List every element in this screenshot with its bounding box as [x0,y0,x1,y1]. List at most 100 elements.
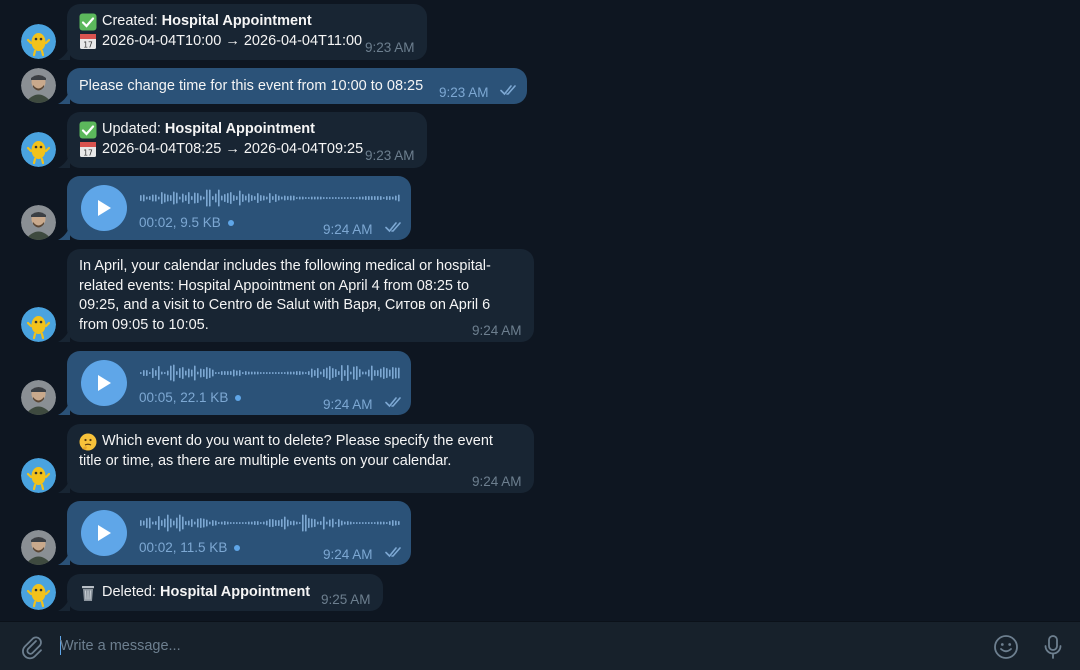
bot-avatar[interactable] [21,307,56,342]
event-time-range: 2026-04-04T10:00 → 2026-04-04T11:00 [102,32,363,49]
waveform-bar [164,193,166,203]
paperclip-icon[interactable] [19,634,45,660]
bot-avatar[interactable] [21,132,56,167]
waveform-bar [320,371,322,375]
waveform-bar [209,189,211,207]
message-bubble[interactable]: Updated: Hospital Appointment 17 2026-04… [67,112,427,168]
waveform-bar [347,197,349,199]
voice-message[interactable]: 00:05, 22.1 KB 9:24 AM [67,351,411,415]
waveform-bar [365,371,367,375]
waveform-bar [188,368,190,378]
waveform-bar [266,196,268,200]
bubble-tail [58,90,70,104]
waveform-bar [389,369,391,377]
play-button[interactable] [81,360,127,406]
waveform-bar [230,371,232,375]
waveform-bar [374,370,376,376]
message-time: 9:23 AM [365,148,415,163]
message-input[interactable] [60,634,960,658]
waveform-bar [392,196,394,200]
check-mark-icon [79,13,97,31]
waveform-bar [203,196,205,200]
waveform-bar [206,519,208,527]
user-avatar[interactable] [21,380,56,415]
message-time: 9:24 AM [323,397,373,412]
waveform-bar [344,521,346,525]
bot-avatar[interactable] [21,575,56,610]
voice-message[interactable]: 00:02, 11.5 KB 9:24 AM [67,501,411,565]
waveform-bar [329,519,331,527]
waveform-bar [386,522,388,524]
waveform-bar [233,522,235,524]
waveform-bar [359,369,361,377]
message-bubble[interactable]: Created: Hospital Appointment 17 2026-04… [67,4,427,60]
waveform-bar [233,369,235,377]
waveform-bar [200,195,202,201]
waveform-bar [308,371,310,375]
waveform-bar [164,518,166,528]
message-bubble[interactable]: Please change time for this event from 1… [67,68,527,104]
play-button[interactable] [81,510,127,556]
user-avatar[interactable] [21,205,56,240]
waveform-bar [185,521,187,525]
waveform-bar [179,368,181,378]
message-list[interactable]: Created: Hospital Appointment 17 2026-04… [0,0,1080,621]
waveform-bar [188,192,190,204]
message-bubble[interactable]: Which event do you want to delete? Pleas… [67,424,534,493]
message-line: In April, your calendar includes the fol… [79,258,491,274]
waveform-bar [209,368,211,378]
message-line: title or time, as there are multiple eve… [79,452,452,469]
bot-avatar[interactable] [21,24,56,59]
waveform-bar [245,371,247,375]
calendar-icon: 17 [79,140,97,158]
waveform-bar [395,195,397,201]
waveform-bar [254,371,256,375]
user-avatar[interactable] [21,530,56,565]
waveform-bar [218,522,220,524]
message-bubble[interactable]: Deleted: Hospital Appointment 9:25 AM [67,574,383,611]
thinking-face-icon [79,433,97,451]
message-time: 9:24 AM [323,222,373,237]
waveform-bar [164,372,166,374]
message-text: Please change time for this event from 1… [79,78,424,94]
waveform-bar [296,197,298,199]
waveform-bar [302,371,304,375]
waveform-bar [200,368,202,378]
waveform-bar [284,372,286,374]
waveform-bar [353,197,355,199]
waveform-bar [341,520,343,526]
waveform-bar [251,521,253,525]
voice-waveform[interactable] [139,512,401,534]
bubble-tail [58,401,70,415]
voice-message[interactable]: 00:02, 9.5 KB 9:24 AM [67,176,411,240]
waveform-bar [143,520,145,526]
waveform-bar [263,521,265,525]
message-bubble[interactable]: In April, your calendar includes the fol… [67,249,534,342]
waveform-bar [212,196,214,200]
waveform-bar [158,366,160,380]
waveform-bar [305,197,307,199]
bot-avatar[interactable] [21,458,56,493]
waveform-bar [368,196,370,200]
voice-waveform[interactable] [139,362,401,384]
event-time-range: 2026-04-04T08:25 → 2026-04-04T09:25 [102,140,364,157]
waveform-bar [368,522,370,524]
waveform-bar [260,522,262,524]
waveform-bar [149,196,151,200]
waveform-bar [275,520,277,526]
waveform-bar [173,364,175,382]
waveform-bar [182,193,184,203]
waveform-bar [146,370,148,376]
waveform-bar [191,196,193,200]
user-avatar[interactable] [21,68,56,103]
waveform-bar [281,196,283,200]
emoji-icon[interactable] [993,634,1019,660]
waveform-bar [317,368,319,378]
wastebasket-icon [79,584,97,602]
waveform-bar [284,195,286,201]
play-button[interactable] [81,185,127,231]
voice-waveform[interactable] [139,187,401,209]
microphone-icon[interactable] [1040,634,1066,660]
waveform-bar [203,518,205,528]
waveform-bar [242,522,244,524]
